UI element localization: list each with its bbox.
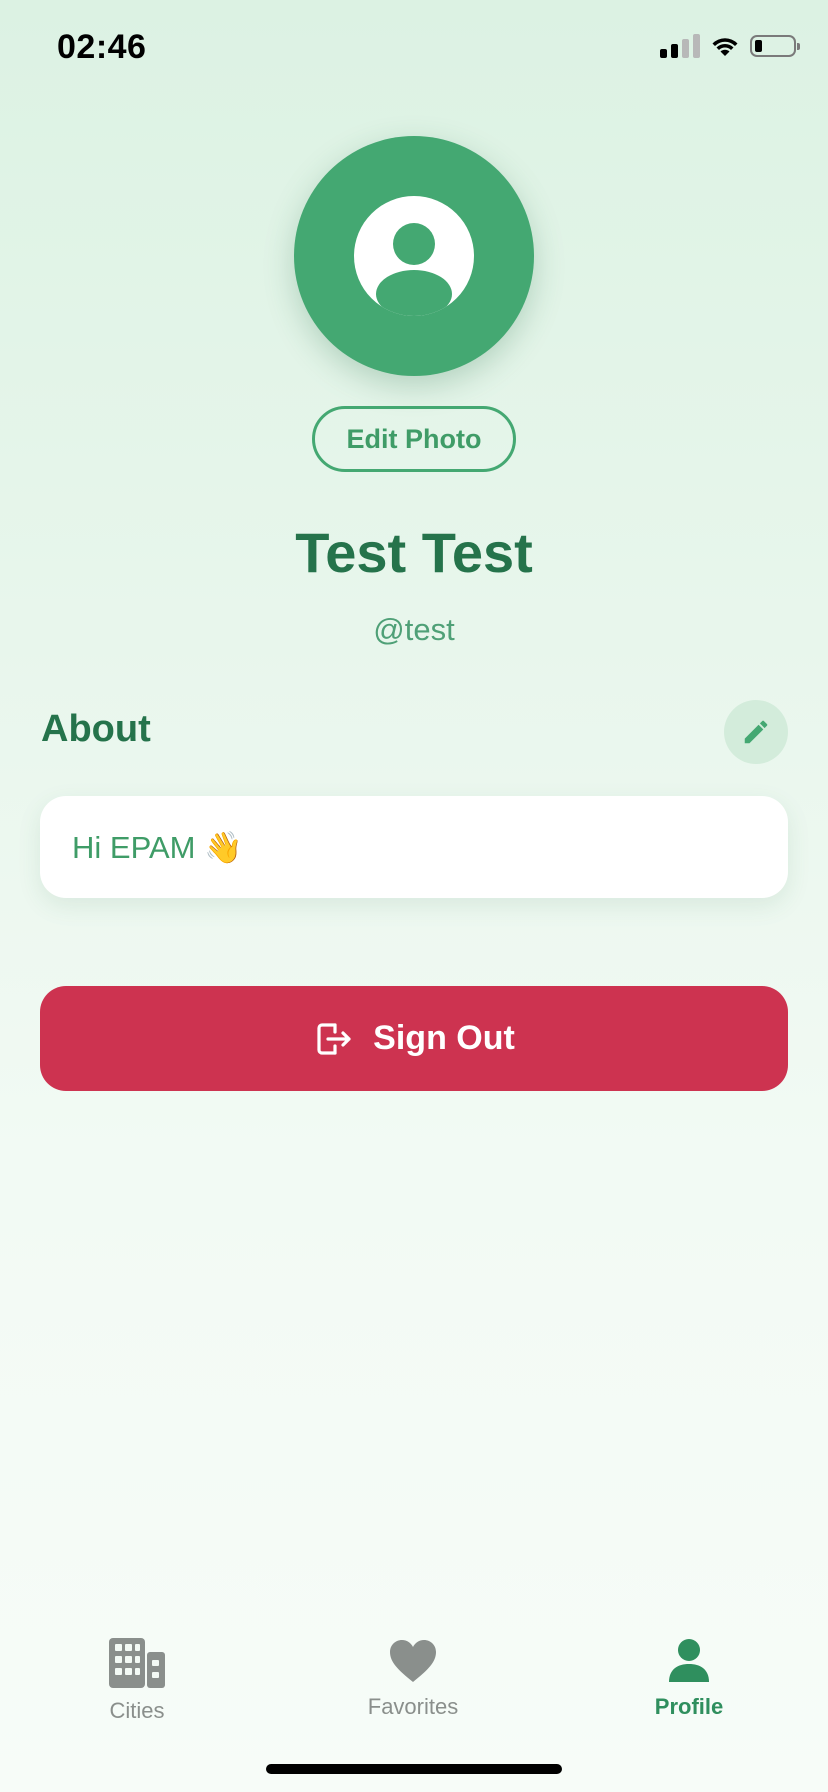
home-indicator [266,1764,562,1774]
wifi-icon [712,38,738,56]
cellular-signal-icon [660,34,700,58]
tab-label-profile: Profile [654,1694,724,1719]
status-bar: 02:46 [0,0,828,100]
sign-out-label: Sign Out [373,1019,515,1057]
building-icon [109,1638,165,1688]
tab-label-favorites: Favorites [367,1694,459,1719]
status-time: 02:46 [57,28,147,66]
avatar[interactable] [294,136,534,376]
tab-bar: Cities Favorites Profile [0,1620,828,1730]
tab-label-cities: Cities [109,1698,165,1723]
heart-icon [390,1640,436,1682]
profile-name: Test Test [295,521,533,584]
person-icon [669,1639,709,1682]
pencil-icon [744,720,768,744]
person-circle-icon [354,196,474,316]
sign-out-button[interactable]: Sign Out [40,986,788,1091]
tab-favorites[interactable]: Favorites [313,1638,513,1720]
about-text: Hi EPAM 👋 [40,796,788,898]
edit-about-button[interactable] [724,700,788,764]
edit-photo-button[interactable]: Edit Photo [312,406,516,472]
sign-out-icon [317,1022,351,1055]
battery-low-icon [750,35,800,57]
tab-profile[interactable]: Profile [589,1638,789,1720]
status-icons [660,34,800,58]
about-title: About [41,708,151,750]
tab-cities[interactable]: Cities [37,1638,237,1724]
profile-handle: @test [373,612,455,647]
